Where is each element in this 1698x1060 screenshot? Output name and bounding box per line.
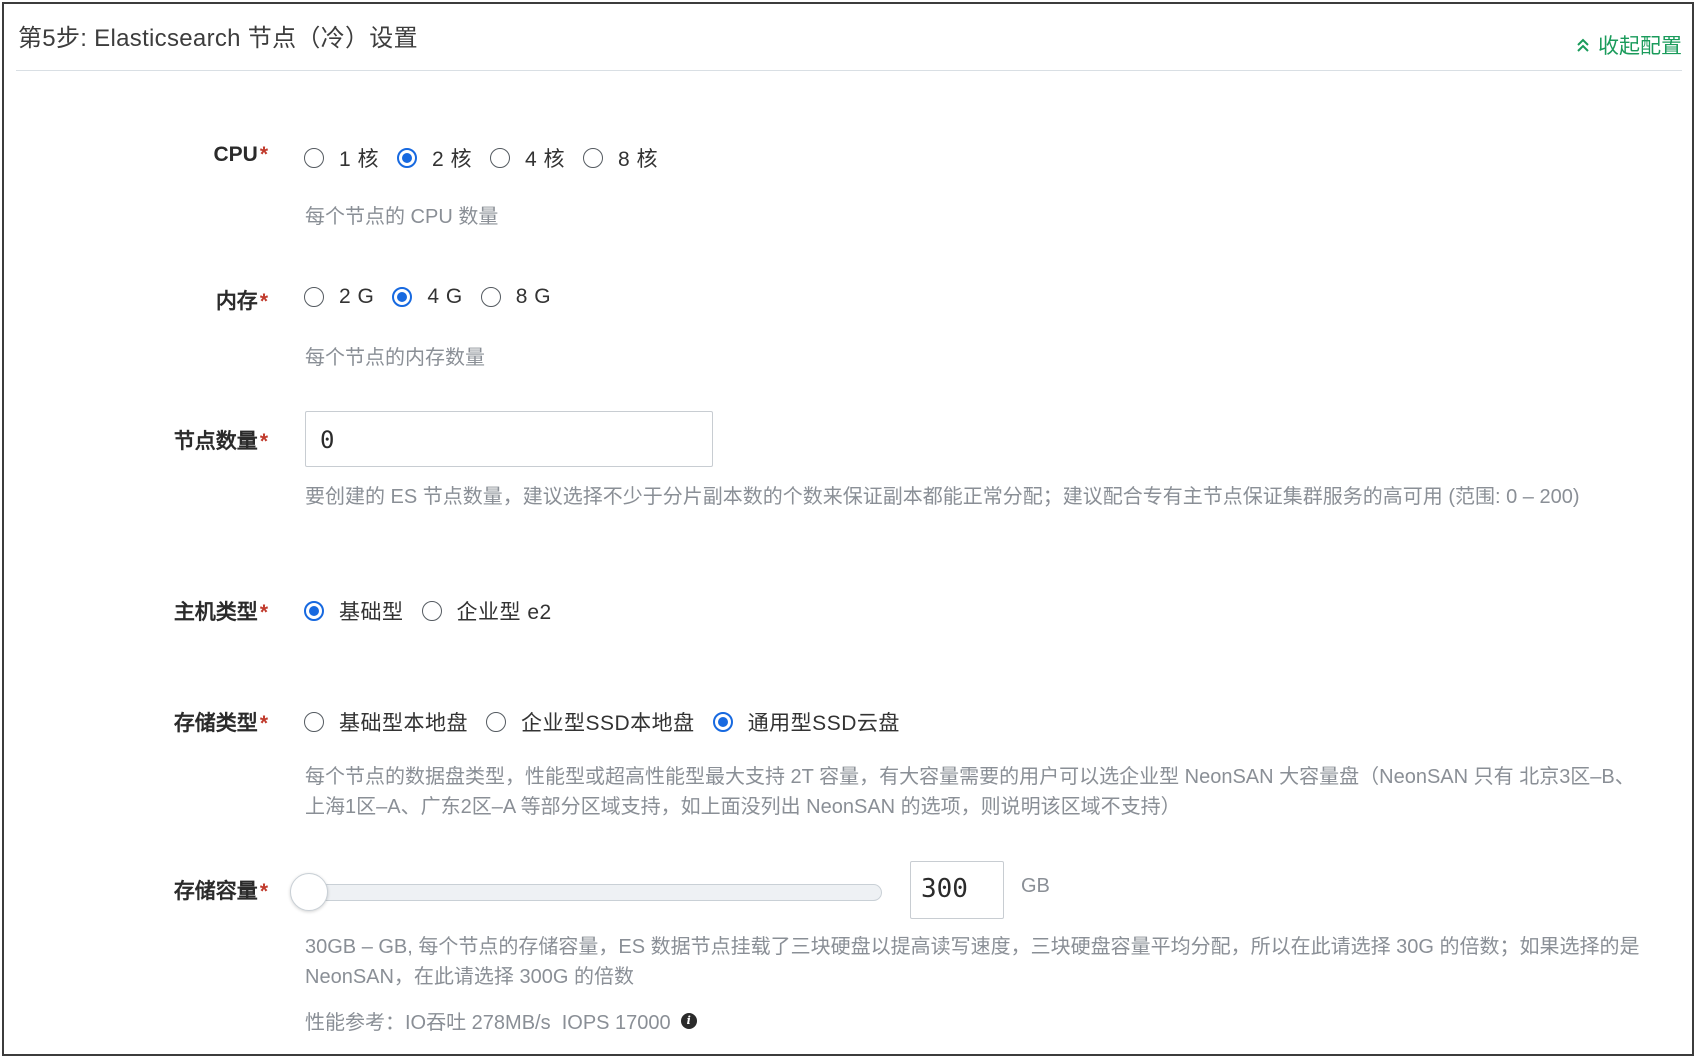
memory-help: 每个节点的内存数量 — [305, 347, 485, 369]
cpu-help: 每个节点的 CPU 数量 — [305, 206, 499, 228]
storage-capacity-unit: GB — [1021, 875, 1050, 897]
performance-reference: 性能参考：IO吞吐 278MB/s IOPS 17000 i — [305, 1006, 697, 1035]
host-type-radio-group: 基础型 企业型 e2 — [304, 596, 570, 626]
storage-type-radio-group: 基础型本地盘 企业型SSD本地盘 通用型SSD云盘 — [304, 707, 918, 737]
radio-button-checked[interactable] — [304, 601, 324, 621]
node-count-help: 要创建的 ES 节点数量，建议选择不少于分片副本数的个数来保证副本都能正常分配；… — [305, 486, 1580, 508]
cpu-option-4[interactable]: 4 核 — [490, 143, 565, 173]
radio-button-checked[interactable] — [392, 287, 413, 307]
storage-capacity-label: 存储容量* — [173, 880, 268, 903]
storage-capacity-help: 30GB – GB, 每个节点的存储容量，ES 数据节点挂载了三块硬盘以提高读写… — [305, 936, 1640, 988]
double-chevron-up-icon — [1577, 38, 1589, 52]
storage-type-option-general-ssd-cloud[interactable]: 通用型SSD云盘 — [712, 707, 900, 737]
required-mark: * — [259, 290, 268, 313]
radio-button[interactable] — [486, 712, 506, 732]
required-mark: * — [259, 143, 268, 166]
collapse-config-label: 收起配置 — [1598, 35, 1682, 58]
memory-option-2g[interactable]: 2 G — [304, 285, 374, 309]
info-icon[interactable]: i — [680, 1012, 697, 1029]
collapse-config-link[interactable]: 收起配置 — [1576, 30, 1682, 60]
cpu-option-2[interactable]: 2 核 — [397, 143, 472, 173]
radio-button[interactable] — [583, 148, 604, 168]
radio-button[interactable] — [421, 601, 442, 621]
required-mark: * — [259, 430, 268, 453]
required-mark: * — [259, 712, 268, 735]
radio-button[interactable] — [304, 148, 324, 168]
radio-button[interactable] — [304, 287, 324, 307]
host-type-label: 主机类型* — [173, 601, 268, 624]
cpu-option-8[interactable]: 8 核 — [583, 143, 658, 173]
header-divider — [16, 70, 1682, 71]
radio-button-checked[interactable] — [712, 712, 733, 732]
memory-radio-group: 2 G 4 G 8 G — [304, 285, 569, 309]
memory-option-8g[interactable]: 8 G — [480, 285, 551, 309]
cpu-option-1[interactable]: 1 核 — [304, 143, 379, 173]
node-count-label: 节点数量* — [173, 430, 268, 453]
host-type-option-basic[interactable]: 基础型 — [304, 596, 404, 626]
storage-type-option-basic-local[interactable]: 基础型本地盘 — [304, 707, 468, 737]
radio-button-checked[interactable] — [397, 148, 418, 168]
radio-button[interactable] — [304, 712, 324, 732]
memory-label: 内存* — [215, 290, 268, 313]
radio-button[interactable] — [490, 148, 511, 168]
storage-type-label: 存储类型* — [173, 712, 268, 735]
storage-capacity-input[interactable]: 300 — [910, 861, 1004, 919]
required-mark: * — [259, 601, 268, 624]
performance-reference-text: 性能参考：IO吞吐 278MB/s IOPS 17000 — [305, 1012, 671, 1034]
storage-type-option-enterprise-ssd-local[interactable]: 企业型SSD本地盘 — [486, 707, 695, 737]
memory-option-4g[interactable]: 4 G — [392, 285, 462, 309]
storage-capacity-slider-thumb[interactable] — [290, 873, 328, 911]
storage-type-help: 每个节点的数据盘类型，性能型或超高性能型最大支持 2T 容量，有大容量需要的用户… — [305, 766, 1635, 818]
radio-button[interactable] — [480, 287, 501, 307]
required-mark: * — [259, 880, 268, 903]
node-count-input[interactable]: 0 — [305, 411, 713, 467]
cpu-label: CPU* — [213, 143, 268, 166]
cpu-radio-group: 1 核 2 核 4 核 8 核 — [304, 143, 676, 173]
host-type-option-enterprise[interactable]: 企业型 e2 — [421, 596, 552, 626]
storage-capacity-slider-track[interactable] — [294, 884, 882, 901]
section-title: 第5步: Elasticsearch 节点（冷）设置 — [18, 25, 418, 52]
